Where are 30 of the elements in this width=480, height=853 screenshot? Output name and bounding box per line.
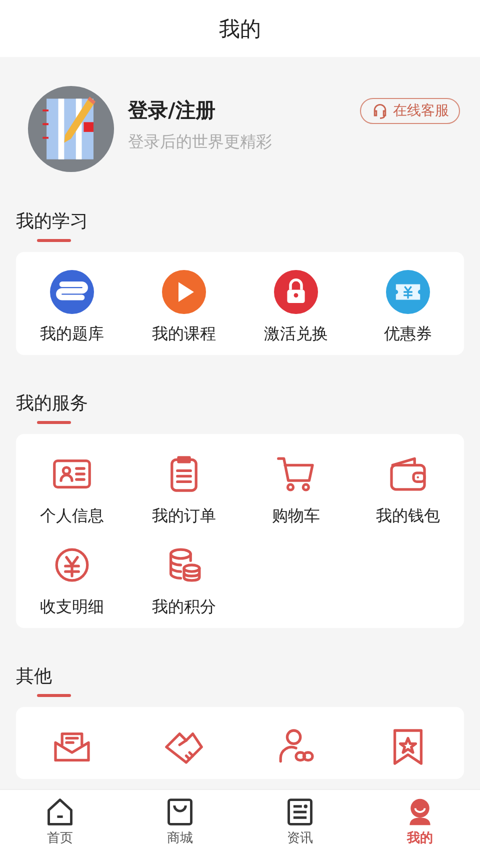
tab[interactable]: 商城 bbox=[120, 790, 240, 853]
headset-icon bbox=[371, 102, 389, 120]
menu-item[interactable]: 收支明细 bbox=[40, 597, 104, 618]
profile-subtitle: 登录后的世界更精彩 bbox=[128, 132, 273, 153]
lock-icon[interactable] bbox=[274, 270, 318, 314]
menu-item[interactable]: 优惠券 bbox=[384, 324, 432, 345]
login-register-link[interactable]: 登录/注册 bbox=[128, 97, 360, 124]
avatar-notebook-icon[interactable] bbox=[27, 85, 115, 173]
section-title: 我的学习 bbox=[16, 210, 89, 233]
section-title: 我的服务 bbox=[16, 392, 89, 415]
menu-item[interactable]: 激活兑换 bbox=[264, 324, 328, 345]
menu-item[interactable]: 我的订单 bbox=[152, 506, 216, 527]
bag-icon bbox=[165, 796, 195, 826]
tab[interactable]: 我的 bbox=[360, 790, 480, 853]
menu-item[interactable]: 我的课程 bbox=[152, 324, 216, 345]
tab[interactable]: 首页 bbox=[0, 790, 120, 853]
menu-item[interactable]: 我的钱包 bbox=[376, 506, 440, 527]
menu-item[interactable]: 我的题库 bbox=[40, 324, 104, 345]
menu-item[interactable]: 个人信息 bbox=[40, 506, 104, 527]
home-icon bbox=[45, 796, 75, 826]
online-service-button[interactable]: 在线客服 bbox=[360, 98, 460, 124]
section-title: 其他 bbox=[16, 665, 53, 688]
news-icon bbox=[285, 796, 315, 826]
page-title: 我的 bbox=[219, 16, 261, 42]
menu-item[interactable]: 购物车 bbox=[272, 506, 320, 527]
ticket-icon[interactable] bbox=[386, 270, 430, 314]
play-icon[interactable] bbox=[162, 270, 206, 314]
menu-item[interactable]: 我的积分 bbox=[152, 597, 216, 618]
book-stack-icon[interactable] bbox=[50, 270, 94, 314]
tab[interactable]: 资讯 bbox=[240, 790, 360, 853]
